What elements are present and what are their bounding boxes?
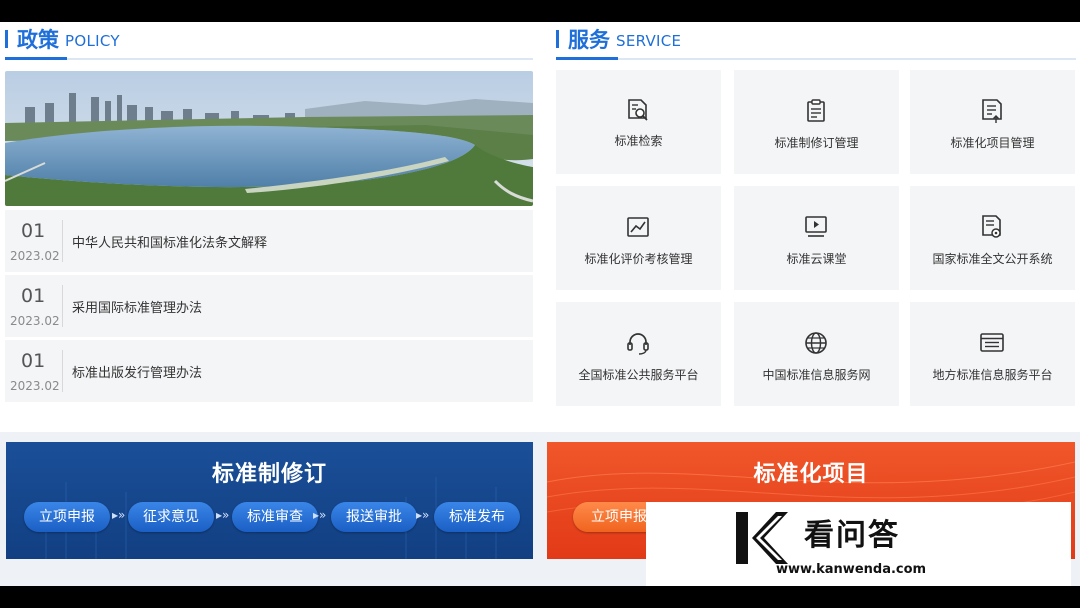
policy-year-month: 2023.02 [10, 314, 60, 328]
list-item[interactable]: 01 2023.02 标准出版发行管理办法 [5, 340, 533, 402]
divider [62, 220, 63, 262]
step-button-standard-release[interactable]: 标准发布 [434, 502, 520, 532]
service-tile-info-service-network[interactable]: 中国标准信息服务网 [734, 302, 899, 406]
service-label: 标准检索 [614, 134, 663, 148]
divider [62, 285, 63, 327]
chevron-right-icon: ▸» [112, 508, 126, 522]
list-item[interactable]: 01 2023.02 中华人民共和国标准化法条文解释 [5, 210, 533, 272]
chart-icon [627, 217, 649, 237]
policy-year-month: 2023.02 [10, 379, 60, 393]
service-tile-evaluation-management[interactable]: 标准化评价考核管理 [556, 186, 721, 290]
clipboard-icon [807, 99, 825, 122]
policy-year-month: 2023.02 [10, 249, 60, 263]
chevron-right-icon: ▸» [313, 508, 327, 522]
service-tile-project-management[interactable]: 标准化项目管理 [910, 70, 1075, 174]
document-search-icon [628, 99, 648, 121]
policy-day: 01 [21, 285, 46, 307]
step-button-solicit-comments[interactable]: 征求意见 [128, 502, 214, 532]
revision-banner-title: 标准制修订 [211, 462, 327, 487]
revision-banner[interactable]: 标准制修订 立项申报 ▸» 征求意见 ▸» 标准审查 ▸» 报送审批 ▸» 标准… [6, 442, 533, 559]
step-button-standard-review[interactable]: 标准审查 [232, 502, 318, 532]
service-label: 中国标准信息服务网 [762, 368, 871, 382]
policy-day: 01 [21, 220, 46, 242]
policy-title-link[interactable]: 中华人民共和国标准化法条文解释 [72, 232, 267, 251]
chevron-right-icon: ▸» [416, 508, 430, 522]
service-label: 标准云课堂 [786, 252, 847, 266]
policy-section-header: 政策 POLICY [5, 22, 533, 60]
watermark-overlay: 看问答 www.kanwenda.com [646, 502, 1071, 586]
service-tile-standard-search[interactable]: 标准检索 [556, 70, 721, 174]
header-accent-bar [556, 30, 559, 48]
document-upload-icon [982, 99, 1002, 123]
step-button-project-application[interactable]: 立项申报 [24, 502, 110, 532]
globe-icon [805, 332, 827, 354]
service-title-cn: 服务 [568, 28, 610, 52]
video-play-icon [805, 216, 827, 237]
project-banner-title: 标准化项目 [753, 462, 869, 487]
watermark-url: www.kanwenda.com [776, 562, 927, 577]
list-item[interactable]: 01 2023.02 采用国际标准管理办法 [5, 275, 533, 337]
service-label: 国家标准全文公开系统 [932, 252, 1053, 266]
service-label: 标准化项目管理 [950, 136, 1035, 150]
headset-icon [627, 333, 649, 355]
service-tile-fulltext-system[interactable]: 国家标准全文公开系统 [910, 186, 1075, 290]
policy-title-link[interactable]: 采用国际标准管理办法 [72, 297, 202, 316]
policy-day: 01 [21, 350, 46, 372]
policy-header-underline [5, 57, 533, 60]
browser-window-icon [980, 333, 1004, 352]
header-accent-bar [5, 30, 8, 48]
service-section-header: 服务 SERVICE [556, 22, 1076, 60]
lake-city-photo [5, 71, 533, 206]
service-tile-revision-management[interactable]: 标准制修订管理 [734, 70, 899, 174]
service-title-en: SERVICE [616, 32, 682, 50]
chevron-right-icon: ▸» [216, 508, 230, 522]
service-label: 全国标准公共服务平台 [578, 368, 699, 382]
document-settings-icon [982, 215, 1001, 238]
step-button-submit-approval[interactable]: 报送审批 [331, 502, 417, 532]
service-label: 标准制修订管理 [774, 136, 859, 150]
service-tile-cloud-classroom[interactable]: 标准云课堂 [734, 186, 899, 290]
policy-title-cn: 政策 [17, 28, 59, 52]
kanwenda-logo-icon [736, 512, 788, 564]
service-tile-public-platform[interactable]: 全国标准公共服务平台 [556, 302, 721, 406]
policy-title-link[interactable]: 标准出版发行管理办法 [72, 362, 202, 381]
policy-title-en: POLICY [65, 32, 120, 50]
divider [62, 350, 63, 392]
watermark-brand: 看问答 [804, 518, 900, 553]
service-label: 标准化评价考核管理 [584, 252, 693, 266]
service-header-underline [556, 57, 1076, 60]
service-label: 地方标准信息服务平台 [932, 368, 1053, 382]
policy-banner-photo[interactable] [5, 71, 533, 206]
service-tile-local-standards-platform[interactable]: 地方标准信息服务平台 [910, 302, 1075, 406]
